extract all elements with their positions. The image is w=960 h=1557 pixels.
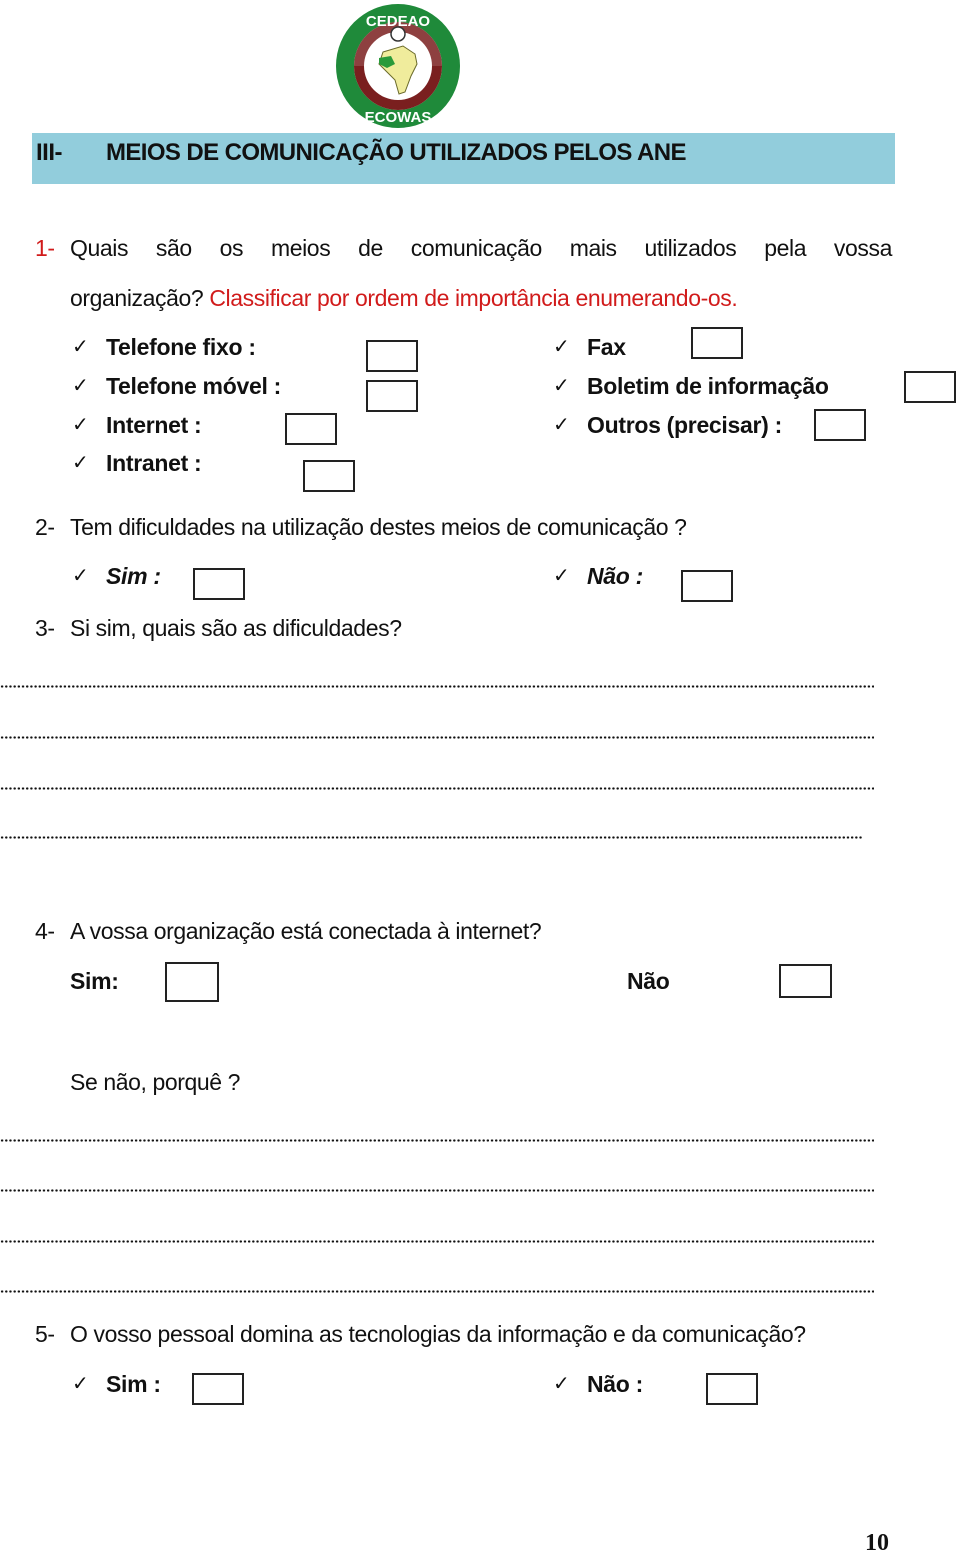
option-sim: ✓ Sim : [72, 563, 161, 589]
checkbox-sim[interactable] [165, 962, 219, 1002]
question-text-continued: organização? [70, 285, 204, 311]
question-5: 5- O vosso pessoal domina as tecnologias… [35, 1321, 806, 1348]
checkbox-sim[interactable] [192, 1373, 244, 1405]
checkmark-icon: ✓ [553, 1371, 570, 1395]
rank-input-intranet[interactable] [303, 460, 355, 492]
answer-line[interactable] [0, 1240, 874, 1243]
question-3: 3- Si sim, quais são as dificuldades? [35, 615, 402, 642]
rank-input-fax[interactable] [691, 327, 743, 359]
answer-line[interactable] [0, 1290, 874, 1293]
checkbox-sim[interactable] [193, 568, 245, 600]
question-text: Si sim, quais são as dificuldades? [70, 615, 402, 641]
option-label: Internet : [106, 412, 202, 438]
option-label: Boletim de informação [587, 373, 829, 399]
instruction-text: Classificar por ordem de importância enu… [209, 285, 738, 311]
option-boletim: ✓ Boletim de informação [553, 373, 829, 399]
option-internet: ✓ Internet : [72, 412, 202, 438]
followup-question: Se não, porquê ? [70, 1069, 241, 1095]
question-text: Quais são os meios de comunicação mais u… [70, 235, 892, 261]
question-number: 5- [35, 1321, 55, 1347]
option-sim: ✓ Sim : [72, 1371, 161, 1397]
option-nao-label: Não [627, 968, 670, 994]
checkbox-nao[interactable] [681, 570, 733, 602]
question-text: O vosso pessoal domina as tecnologias da… [70, 1321, 806, 1347]
rank-input-internet[interactable] [285, 413, 337, 445]
option-nao: ✓ Não : [553, 1371, 643, 1397]
question-number: 3- [35, 615, 55, 641]
ecowas-emblem-icon: CEDEAO ECOWAS [336, 4, 460, 128]
option-label: Outros (precisar) : [587, 412, 782, 438]
question-number: 4- [35, 918, 55, 944]
ecowas-logo: CEDEAO ECOWAS [333, 2, 463, 130]
option-intranet: ✓ Intranet : [72, 450, 202, 476]
section-title: MEIOS DE COMUNICAÇÃO UTILIZADOS PELOS AN… [106, 139, 686, 166]
option-outros: ✓ Outros (precisar) : [553, 412, 782, 438]
checkmark-icon: ✓ [72, 373, 89, 397]
option-label: Não : [587, 563, 644, 589]
answer-line[interactable] [0, 1139, 874, 1142]
logo-top-text: CEDEAO [366, 13, 431, 30]
option-label: Intranet : [106, 450, 202, 476]
checkbox-nao[interactable] [779, 964, 832, 998]
page-number: 10 [865, 1530, 889, 1556]
rank-input-outros[interactable] [814, 409, 866, 441]
option-nao: ✓ Não : [553, 563, 643, 589]
checkmark-icon: ✓ [553, 412, 570, 436]
checkmark-icon: ✓ [72, 450, 89, 474]
checkmark-icon: ✓ [553, 334, 570, 358]
checkmark-icon: ✓ [72, 1371, 89, 1395]
section-number: III- [36, 139, 63, 166]
option-label: Telefone móvel : [106, 373, 281, 399]
checkbox-nao[interactable] [706, 1373, 758, 1405]
option-sim-label: Sim: [70, 968, 119, 994]
answer-line[interactable] [0, 836, 862, 839]
logo-bottom-text: ECOWAS [365, 109, 432, 126]
question-1-line-2: organização? Classificar por ordem de im… [70, 285, 738, 312]
option-fax: ✓ Fax [553, 334, 626, 360]
option-label: Sim : [106, 563, 161, 589]
option-telefone-fixo: ✓ Telefone fixo : [72, 334, 256, 360]
question-number: 1- [35, 235, 55, 261]
question-number: 2- [35, 514, 55, 540]
question-2: 2- Tem dificuldades na utilização destes… [35, 514, 687, 541]
rank-input-telefone-fixo[interactable] [366, 340, 418, 372]
checkmark-icon: ✓ [72, 334, 89, 358]
question-text: A vossa organização está conectada à int… [70, 918, 542, 944]
section-banner: III- MEIOS DE COMUNICAÇÃO UTILIZADOS PEL… [32, 133, 895, 184]
rank-input-boletim[interactable] [904, 371, 956, 403]
checkmark-icon: ✓ [553, 563, 570, 587]
question-text: Tem dificuldades na utilização destes me… [70, 514, 687, 540]
checkmark-icon: ✓ [72, 412, 89, 436]
answer-line[interactable] [0, 736, 874, 739]
option-label: Não : [587, 1371, 644, 1397]
option-telefone-movel: ✓ Telefone móvel : [72, 373, 281, 399]
answer-line[interactable] [0, 787, 874, 790]
option-label: Sim : [106, 1371, 161, 1397]
rank-input-telefone-movel[interactable] [366, 380, 418, 412]
checkmark-icon: ✓ [72, 563, 89, 587]
question-4: 4- A vossa organização está conectada à … [35, 918, 542, 945]
answer-line[interactable] [0, 1189, 874, 1192]
option-label: Fax [587, 334, 626, 360]
option-label: Telefone fixo : [106, 334, 256, 360]
answer-line[interactable] [0, 685, 874, 688]
checkmark-icon: ✓ [553, 373, 570, 397]
